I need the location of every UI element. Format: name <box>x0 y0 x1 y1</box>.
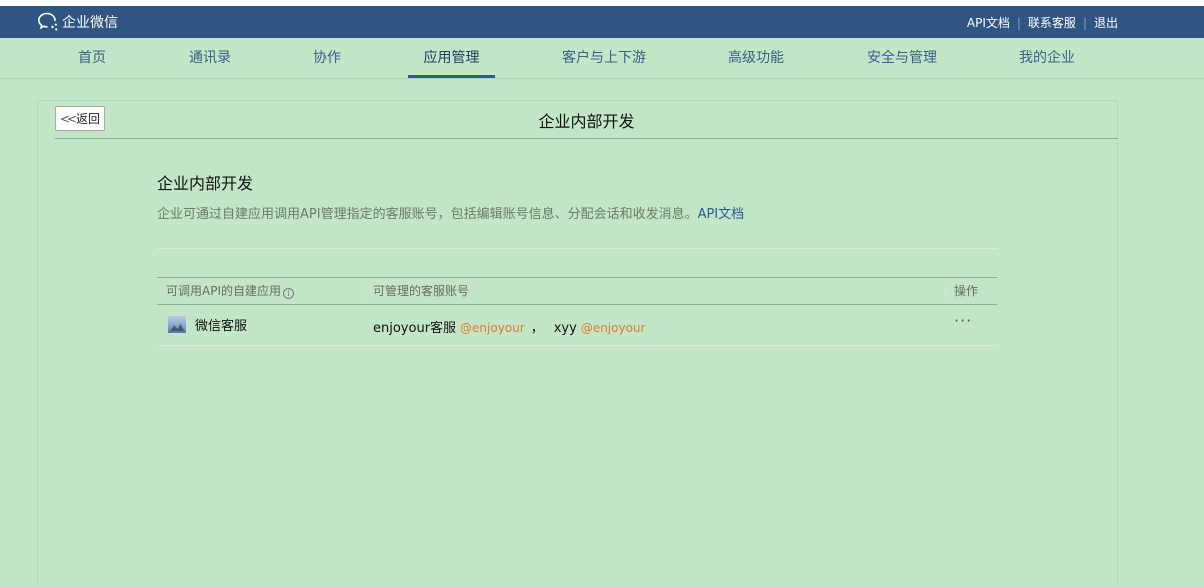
header-action: 操作 <box>954 284 979 298</box>
accounts-cell: enjoyour客服 @enjoyour， xyy @enjoyour <box>373 317 645 336</box>
header-app: 可调用API的自建应用 i <box>166 278 294 304</box>
panel-title: 企业内部开发 <box>538 112 635 131</box>
logout-link[interactable]: 退出 <box>1094 14 1118 31</box>
app-cell: 微信客服 <box>167 315 247 334</box>
info-icon[interactable]: i <box>283 288 294 299</box>
nav-collaboration[interactable]: 协作 <box>304 38 350 79</box>
section-divider <box>157 248 997 249</box>
intro-section: 企业内部开发 企业可通过自建应用调用API管理指定的客服账号，包括编辑账号信息、… <box>157 170 997 222</box>
account-name: enjoyour客服 <box>373 321 457 336</box>
column-divider <box>365 282 366 300</box>
nav-customers[interactable]: 客户与上下游 <box>552 38 656 79</box>
description-text: 企业可通过自建应用调用API管理指定的客服账号，包括编辑账号信息、分配会话和收发… <box>157 207 698 222</box>
table-header: 可调用API的自建应用 i 可管理的客服账号 操作 <box>157 277 997 305</box>
account-corp-tag: @enjoyour <box>580 321 646 335</box>
nav-security[interactable]: 安全与管理 <box>857 38 947 79</box>
table-row: 微信客服 enjoyour客服 @enjoyour， xyy @enjoyour ··… <box>157 305 997 346</box>
app-name: 微信客服 <box>195 319 248 334</box>
header-accounts: 可管理的客服账号 <box>373 284 470 298</box>
section-title: 企业内部开发 <box>157 174 254 193</box>
wecom-chat-icon <box>37 12 58 31</box>
nav-my-enterprise[interactable]: 我的企业 <box>1009 38 1085 79</box>
header-app-label: 可调用API的自建应用 <box>166 284 281 298</box>
nav-advanced[interactable]: 高级功能 <box>718 38 794 79</box>
account-separator: ， <box>530 321 544 336</box>
brand-logo[interactable]: 企业微信 <box>36 11 118 33</box>
api-docs-link[interactable]: API文档 <box>967 14 1010 31</box>
description-api-docs-link[interactable]: API文档 <box>698 207 745 222</box>
nav-home[interactable]: 首页 <box>68 38 116 79</box>
brand-name: 企业微信 <box>62 15 118 31</box>
more-actions-button[interactable]: ··· <box>954 311 972 330</box>
header-separator: | <box>1082 15 1087 30</box>
contact-support-link[interactable]: 联系客服 <box>1028 14 1076 31</box>
top-header: 企业微信 API文档 | 联系客服 | 退出 <box>0 6 1204 38</box>
nav-app-management[interactable]: 应用管理 <box>408 38 495 79</box>
column-divider <box>945 282 946 300</box>
header-separator: | <box>1016 15 1021 30</box>
nav-contacts[interactable]: 通讯录 <box>180 38 240 79</box>
account-name: xyy <box>553 321 577 336</box>
accounts-table: 可调用API的自建应用 i 可管理的客服账号 操作 微信客服 enjoyour客服… <box>157 277 997 346</box>
main-nav: 首页 通讯录 协作 应用管理 客户与上下游 高级功能 安全与管理 我的企业 <box>0 38 1204 79</box>
panel-header: << 返回 企业内部开发 <box>55 101 1118 139</box>
account-corp-tag: @enjoyour <box>460 321 525 335</box>
section-description: 企业可通过自建应用调用API管理指定的客服账号，包括编辑账号信息、分配会话和收发… <box>157 203 997 222</box>
header-links: API文档 | 联系客服 | 退出 <box>967 14 1118 31</box>
app-thumbnail-icon <box>167 315 187 334</box>
